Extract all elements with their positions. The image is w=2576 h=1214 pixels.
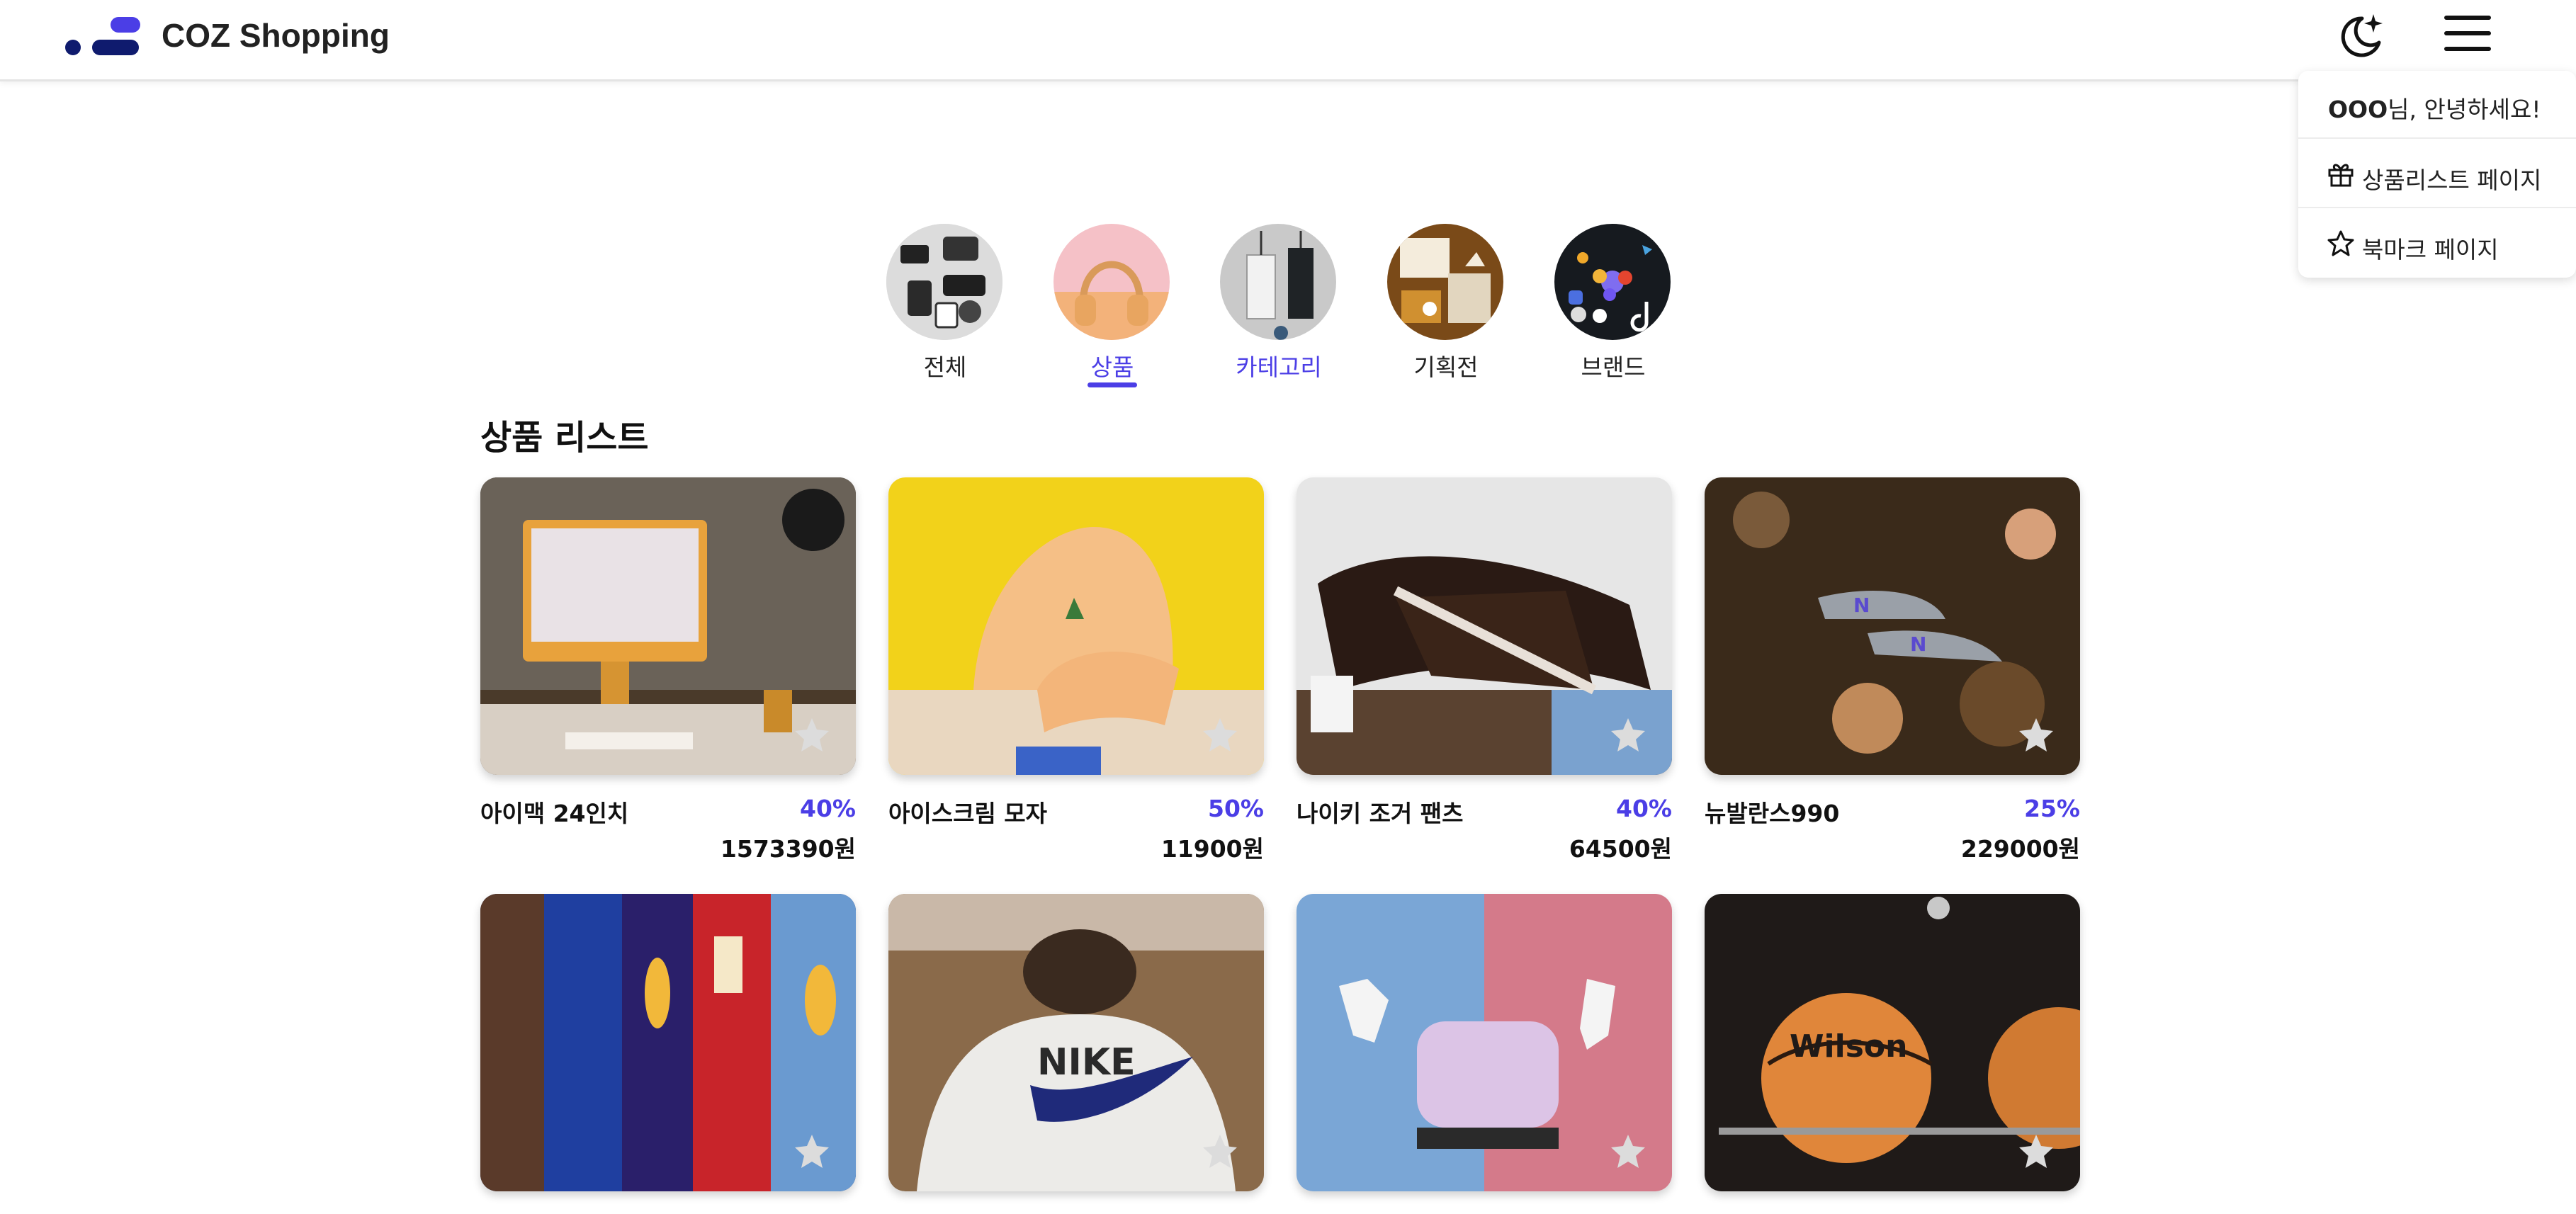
product-discount: 40% xyxy=(800,795,856,822)
category-label: 기획전 xyxy=(1413,353,1479,381)
product-image[interactable] xyxy=(1297,477,1672,775)
category-product[interactable]: 상품 xyxy=(1052,224,1173,394)
bookmark-star-icon[interactable] xyxy=(2016,1132,2056,1172)
product-image[interactable] xyxy=(888,477,1264,775)
brand-name[interactable]: COZ Shopping xyxy=(162,14,390,57)
bookmark-star-icon[interactable] xyxy=(1200,1132,1240,1172)
greeting-suffix: 님, 안녕하세요! xyxy=(2388,96,2541,123)
menu-item-label: 북마크 페이지 xyxy=(2362,236,2499,263)
menu-item-label: 상품리스트 페이지 xyxy=(2362,166,2542,194)
user-name: OOO xyxy=(2328,96,2388,123)
category-label: 카테고리 xyxy=(1236,353,1322,381)
bookmark-star-icon[interactable] xyxy=(1608,1132,1648,1172)
svg-text:Wilson: Wilson xyxy=(1790,1028,1907,1065)
menu-item-bookmark[interactable]: 북마크 페이지 xyxy=(2298,210,2576,278)
category-category[interactable]: 카테고리 xyxy=(1219,224,1339,394)
category-brand-image xyxy=(1554,224,1671,340)
category-label: 상품 xyxy=(1090,353,1134,381)
category-exhibition[interactable]: 기획전 xyxy=(1386,224,1506,394)
bookmark-star-icon[interactable] xyxy=(792,1132,832,1172)
product-discount: 50% xyxy=(1208,795,1264,822)
category-label: 전체 xyxy=(923,353,967,381)
svg-text:N: N xyxy=(1910,632,1926,656)
category-all[interactable]: 전체 xyxy=(885,224,1005,394)
category-label: 브랜드 xyxy=(1581,353,1646,381)
active-tab-indicator xyxy=(1088,382,1137,387)
product-price: 229000원 xyxy=(1960,835,2080,863)
category-exhibition-image xyxy=(1387,224,1503,340)
product-name: 나이키 조거 팬츠 xyxy=(1297,800,1464,827)
product-name: 뉴발란스990 xyxy=(1705,800,1840,827)
product-price: 11900원 xyxy=(1160,835,1264,863)
gift-icon xyxy=(2327,160,2355,188)
greeting-row: OOO님, 안녕하세요! xyxy=(2298,71,2576,139)
product-image[interactable] xyxy=(480,477,856,775)
svg-text:NIKE: NIKE xyxy=(1037,1041,1136,1084)
bookmark-star-icon[interactable] xyxy=(2016,715,2056,755)
category-category-image xyxy=(1220,224,1336,340)
bookmark-star-icon[interactable] xyxy=(792,715,832,755)
product-name: 아이맥 24인치 xyxy=(480,800,629,827)
menu-item-product-list[interactable]: 상품리스트 페이지 xyxy=(2298,140,2576,208)
user-dropdown: OOO님, 안녕하세요! 상품리스트 페이지 북마크 페이지 xyxy=(2298,71,2576,278)
product-image[interactable]: Wilson xyxy=(1705,894,2080,1191)
product-name: 아이스크림 모자 xyxy=(888,800,1048,827)
moon-sparkle-icon[interactable] xyxy=(2334,7,2390,64)
category-brand[interactable]: 브랜드 xyxy=(1553,224,1673,394)
section-title: 상품 리스트 xyxy=(480,418,649,458)
product-image[interactable] xyxy=(480,894,856,1191)
product-image[interactable]: NIKE xyxy=(888,894,1264,1191)
product-discount: 40% xyxy=(1616,795,1672,822)
product-image[interactable]: N N xyxy=(1705,477,2080,775)
product-price: 64500원 xyxy=(1569,835,1672,863)
bookmark-star-icon[interactable] xyxy=(1200,715,1240,755)
hamburger-menu-button[interactable] xyxy=(2439,10,2495,58)
product-price: 1573390원 xyxy=(720,835,856,863)
star-outline-icon xyxy=(2327,229,2355,258)
category-all-image xyxy=(886,224,1002,340)
product-image[interactable] xyxy=(1297,894,1672,1191)
top-header: COZ Shopping xyxy=(0,0,2576,81)
greeting-text: OOO님, 안녕하세요! xyxy=(2328,91,2541,125)
category-product-image xyxy=(1053,224,1170,340)
bookmark-star-icon[interactable] xyxy=(1608,715,1648,755)
product-discount: 25% xyxy=(2024,795,2080,822)
svg-text:N: N xyxy=(1853,594,1870,617)
logo-icon[interactable] xyxy=(65,16,145,57)
